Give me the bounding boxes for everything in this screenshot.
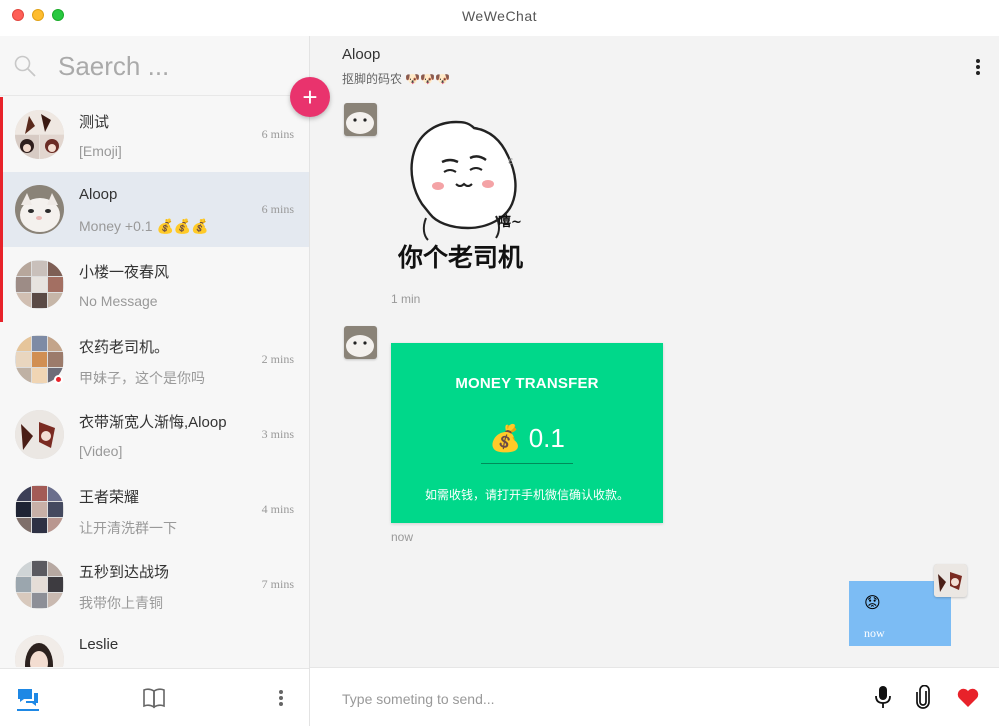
divider [481,463,573,464]
avatar [15,635,64,667]
chat-contact-name: Aloop [342,46,381,63]
contact-item[interactable]: 五秒到达战场 我带你上青铜 7 mins [0,547,309,622]
message-composer [310,667,999,726]
sidebar: 测试 [Emoji] 6 mins Aloop Money +0.1 💰💰💰 6… [0,36,310,726]
contact-time: 7 mins [261,577,294,591]
microphone-icon[interactable] [871,685,895,709]
contact-item[interactable]: 测试 [Emoji] 6 mins [0,97,309,172]
contact-name: 农药老司机。 [79,339,170,356]
money-transfer-card[interactable]: MONEY TRANSFER 💰 0.1 如需收钱，请打开手机微信确认收款。 [391,343,663,523]
contact-last-message: 甲妹子，这个是你吗 [79,370,205,386]
attachment-icon[interactable] [911,685,935,709]
svg-text:ε: ε [508,156,513,167]
chat-contact-signature: 抠脚的码农 🐶🐶🐶 [342,72,451,86]
heart-icon[interactable] [956,685,980,709]
sidebar-bottom-nav [0,668,309,726]
contact-item[interactable]: 王者荣耀 让开清洗群一下 4 mins [0,472,309,547]
avatar [15,485,64,534]
chat-tab-icon[interactable] [15,685,41,711]
title-bar: WeWeChat [0,0,999,36]
unread-dot [54,375,63,384]
contact-name: 衣带渐宽人渐悔,Aloop [79,414,227,431]
add-conversation-button[interactable]: + [290,77,330,117]
chat-menu-icon[interactable] [975,58,981,76]
avatar [15,110,64,159]
contact-time: 4 mins [261,502,294,516]
avatar [15,410,64,459]
avatar [15,560,64,609]
sticker-caption: 你个老司机 [398,243,523,272]
contact-name: Leslie [79,636,119,653]
contact-name: 王者荣耀 [79,489,140,506]
contact-name: 测试 [79,114,110,131]
chat-panel: Aloop 抠脚的码农 🐶🐶🐶 ε 嘻~ 你个老司机 1 min MONEY T… [310,36,999,726]
contact-name: Aloop [79,186,118,203]
contact-last-message: 我带你上青铜 [79,595,163,611]
contact-time: 6 mins [261,202,294,216]
message-emoji: 😟 [864,595,881,612]
contact-item[interactable]: 农药老司机。 甲妹子，这个是你吗 2 mins [0,322,309,397]
transfer-amount: 💰 0.1 [489,423,565,453]
sticker-image[interactable]: ε 嘻~ 你个老司机 [397,116,553,274]
sender-avatar[interactable] [344,326,377,359]
contact-time: 2 mins [261,352,294,366]
contact-item-active[interactable]: Aloop Money +0.1 💰💰💰 6 mins [0,172,309,247]
contact-last-message: Money +0.1 💰💰💰 [79,218,209,234]
contacts-book-icon[interactable] [141,685,167,711]
message-timestamp: 1 min [391,292,421,306]
contact-item[interactable]: 小楼一夜春风 No Message [0,247,309,322]
contact-time: 6 mins [261,127,294,141]
contact-list: 测试 [Emoji] 6 mins Aloop Money +0.1 💰💰💰 6… [0,97,309,667]
more-menu-icon[interactable] [268,685,294,711]
self-avatar[interactable] [934,564,967,597]
avatar [15,260,64,309]
message-timestamp: now [391,530,414,544]
contact-name: 五秒到达战场 [79,564,170,581]
message-timestamp: now [864,626,885,640]
contact-last-message: No Message [79,293,158,309]
search-icon [13,54,37,78]
sender-avatar[interactable] [344,103,377,136]
chat-header: Aloop 抠脚的码农 🐶🐶🐶 [310,36,999,96]
avatar [15,185,64,234]
transfer-title: MONEY TRANSFER [455,375,599,392]
contact-last-message: [Video] [79,443,123,459]
contact-item[interactable]: 衣带渐宽人渐悔,Aloop [Video] 3 mins [0,397,309,472]
contact-last-message: 让开清洗群一下 [79,520,177,536]
contact-last-message: [Emoji] [79,143,122,159]
contact-name: 小楼一夜春风 [79,264,170,281]
message-input[interactable] [342,688,762,710]
search-bar [0,36,309,96]
transfer-note: 如需收钱，请打开手机微信确认收款。 [424,488,629,502]
app-window: WeWeChat 测试 [Emoji] 6 mins [0,0,999,726]
contact-item[interactable]: Leslie [0,622,309,667]
sticker-sound-text: 嘻~ [498,214,522,230]
search-input[interactable] [58,48,258,84]
contact-time: 3 mins [261,427,294,441]
window-title: WeWeChat [461,8,538,24]
